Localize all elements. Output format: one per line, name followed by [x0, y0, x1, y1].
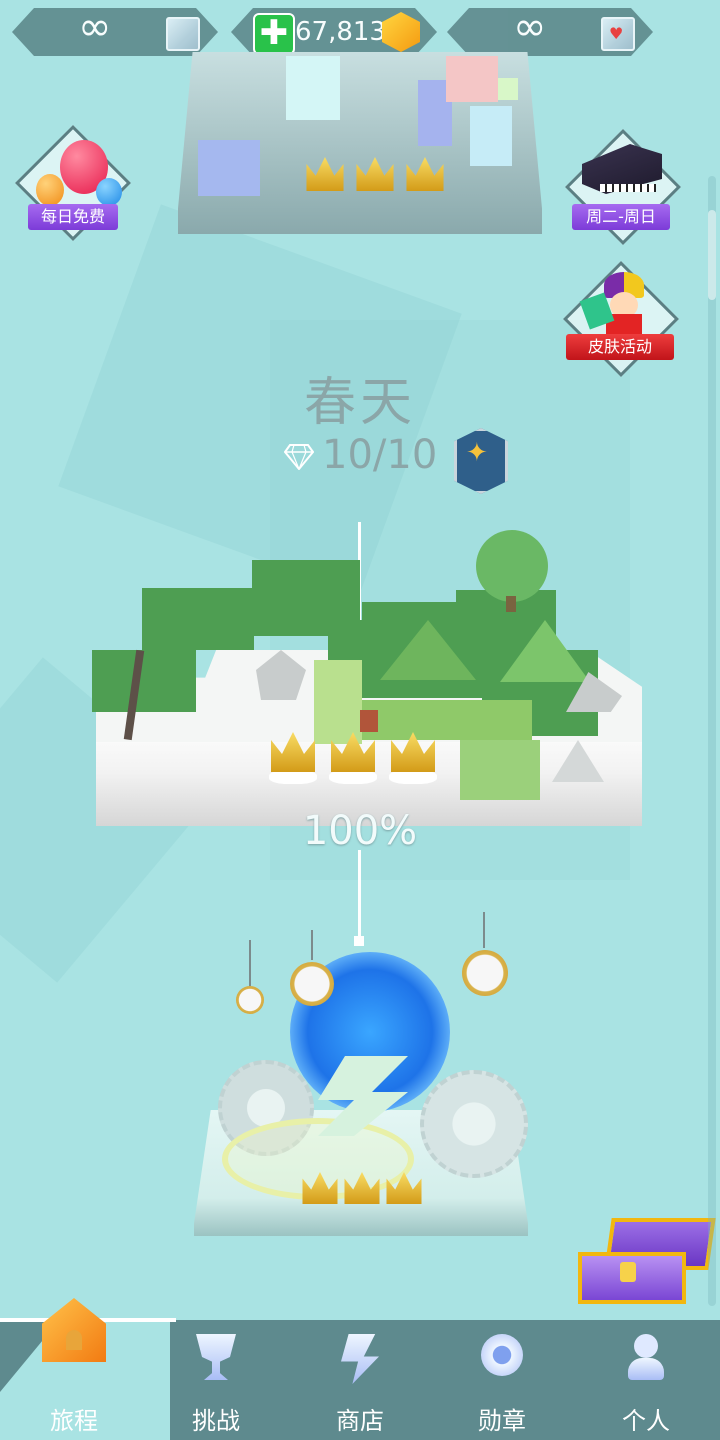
- house-door: [66, 1330, 82, 1350]
- building-block: [470, 106, 512, 166]
- grass-block: [142, 588, 254, 650]
- maple-leaf-icon: ✦: [466, 438, 488, 468]
- shop-icon: [341, 1334, 379, 1384]
- grass-block: [92, 650, 196, 712]
- hearts-value: ∞: [513, 4, 547, 50]
- tree-trunk: [506, 596, 516, 612]
- clock-string: [311, 930, 313, 960]
- path-line: [358, 850, 361, 942]
- gear-icon: [420, 1070, 528, 1178]
- pocket-watch-icon: [462, 950, 508, 996]
- lives-value: ∞: [78, 4, 112, 50]
- crown-pedestal: [269, 770, 317, 784]
- scrollbar-thumb[interactable]: [708, 210, 716, 300]
- small-block: [360, 710, 378, 732]
- pocket-watch-icon: [290, 962, 334, 1006]
- person-icon: [634, 1334, 658, 1358]
- nav-label: 个人: [622, 1407, 670, 1435]
- cube-icon: [166, 17, 200, 51]
- treasure-chest-button[interactable]: [578, 1218, 716, 1304]
- nav-tab-profile[interactable]: 个人: [586, 1330, 706, 1436]
- hearts-counter[interactable]: ∞ ♥: [447, 8, 653, 56]
- medal-icon: [481, 1334, 523, 1376]
- grass-path: [362, 700, 532, 740]
- add-gems-button[interactable]: ✚: [253, 13, 295, 55]
- scrollbar[interactable]: [708, 176, 716, 1306]
- grass-path: [460, 740, 540, 800]
- person-body: [628, 1358, 664, 1380]
- building-block: [286, 56, 340, 120]
- trophy-icon: [196, 1334, 236, 1380]
- nav-label: 商店: [336, 1407, 384, 1435]
- crown-pedestal: [329, 770, 377, 784]
- building-block: [446, 56, 498, 102]
- nav-label: 勋章: [478, 1407, 526, 1435]
- lock-icon: [620, 1262, 636, 1282]
- balloon-icon: [36, 174, 64, 206]
- pocket-watch-icon: [236, 986, 264, 1014]
- gem-progress-count: 10/10: [322, 432, 438, 478]
- crown-pedestal: [389, 770, 437, 784]
- nav-tab-challenge[interactable]: 挑战: [156, 1330, 276, 1436]
- level-progress-percent: 100%: [302, 808, 418, 854]
- heart-icon: ♥: [609, 24, 624, 43]
- balloon-icon: [96, 178, 122, 206]
- nav-label: 挑战: [192, 1407, 240, 1435]
- nav-label: 旅程: [50, 1407, 98, 1435]
- piano-keys: [600, 184, 656, 192]
- nav-tab-shop[interactable]: 商店: [300, 1330, 420, 1436]
- tree-top: [476, 530, 548, 602]
- piano-days-label: 周二-周日: [572, 204, 670, 230]
- clock-string: [249, 940, 251, 986]
- skin-event-button[interactable]: 皮肤活动: [562, 261, 679, 377]
- piano-event-button[interactable]: 周二-周日: [565, 129, 681, 245]
- lives-counter[interactable]: ∞: [12, 8, 218, 56]
- nav-tab-journey[interactable]: 旅程: [14, 1298, 134, 1436]
- skin-event-label: 皮肤活动: [566, 334, 674, 360]
- diamond-icon: [284, 444, 314, 470]
- clock-string: [483, 912, 485, 948]
- building-block: [198, 140, 260, 196]
- level-title: 春天: [303, 373, 416, 433]
- nav-tab-medals[interactable]: 勋章: [442, 1330, 562, 1436]
- daily-free-button[interactable]: 每日免费: [14, 124, 131, 241]
- gem-count-value: 67,813: [295, 17, 386, 47]
- grass-path: [314, 660, 362, 744]
- daily-free-label: 每日免费: [28, 204, 118, 230]
